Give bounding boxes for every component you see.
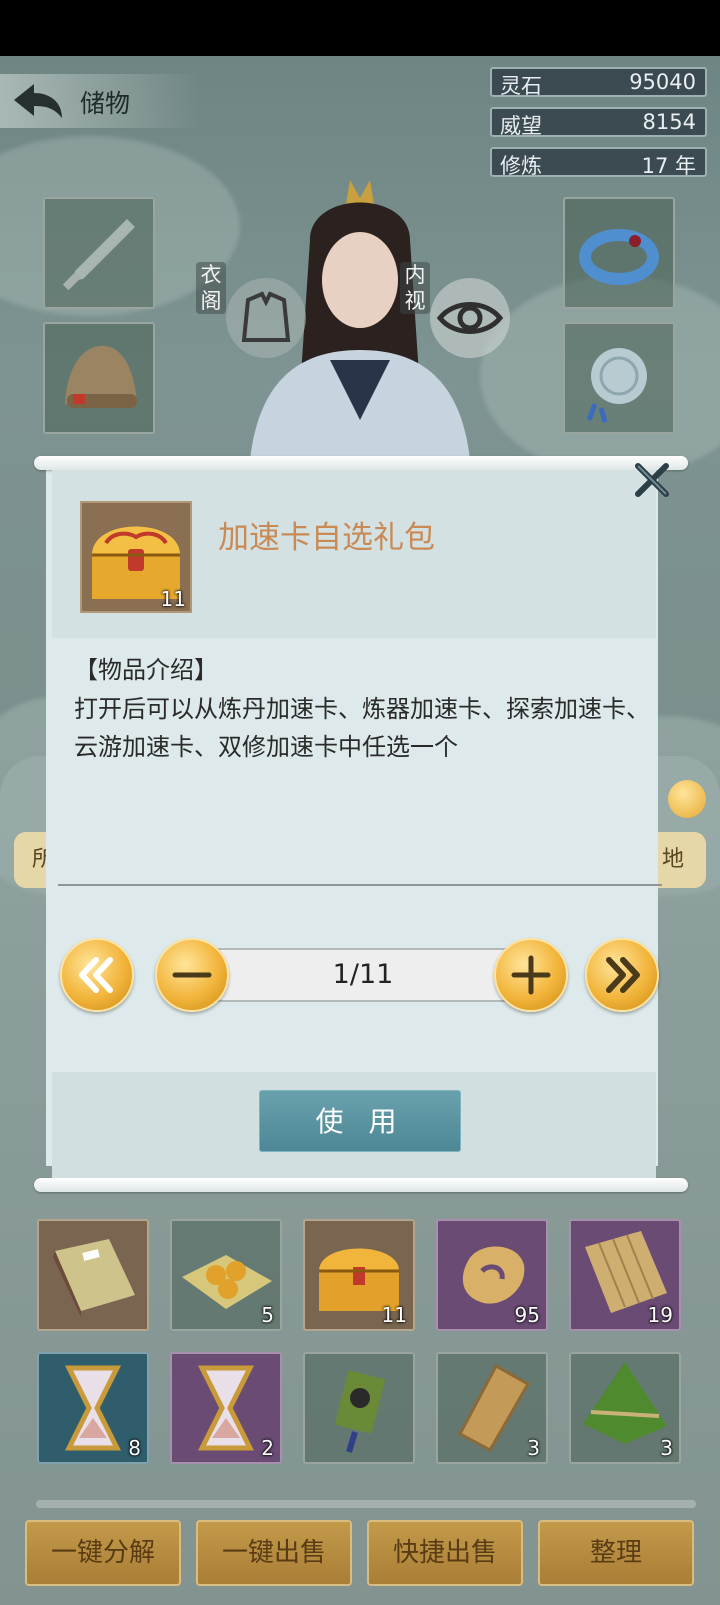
hat-icon <box>65 345 137 408</box>
plus-icon <box>511 955 551 995</box>
inventory-slot[interactable]: 95 <box>436 1219 548 1331</box>
item-description: 打开后可以从炼丹加速卡、炼器加速卡、探索加速卡、云游加速卡、双修加速卡中任选一个 <box>74 695 650 761</box>
scroll-rod-top <box>34 456 688 470</box>
item-count: 8 <box>128 1436 141 1460</box>
inventory-slot[interactable] <box>303 1352 415 1464</box>
inventory-slot[interactable]: 11 <box>303 1219 415 1331</box>
scrollbar[interactable] <box>36 1500 696 1508</box>
quick-sell-button[interactable]: 快捷出售 <box>367 1520 523 1586</box>
scroll-rod-bottom <box>34 1178 688 1192</box>
back-arrow-icon[interactable] <box>10 80 66 122</box>
section-title: 【物品介绍】 <box>74 656 218 684</box>
item-count: 5 <box>261 1303 274 1327</box>
minus-icon <box>172 972 212 978</box>
inventory-slot[interactable] <box>37 1219 149 1331</box>
stat-value: 8154 <box>642 110 696 134</box>
book-icon <box>53 1239 135 1317</box>
category-tab-right[interactable]: 地 <box>658 832 706 888</box>
sell-all-button[interactable]: 一键出售 <box>196 1520 352 1586</box>
stat-value: 95040 <box>629 70 696 94</box>
close-icon[interactable] <box>632 460 672 500</box>
stat-spirit-stone: 灵石 95040 <box>490 67 707 98</box>
item-count: 11 <box>160 587 186 611</box>
stat-label: 威望 <box>500 114 542 138</box>
add-icon[interactable] <box>668 780 706 818</box>
stat-value: 17 年 <box>641 154 696 178</box>
increase-button[interactable] <box>494 938 568 1012</box>
double-chevron-right-icon <box>606 957 640 993</box>
robe-icon <box>241 291 291 342</box>
stat-label: 修炼 <box>500 154 542 178</box>
inventory-slot[interactable]: 8 <box>37 1352 149 1464</box>
item-count: 2 <box>261 1436 274 1460</box>
item-count: 3 <box>527 1436 540 1460</box>
min-quantity-button[interactable] <box>60 938 134 1012</box>
item-icon-frame: 11 <box>80 501 192 613</box>
item-count: 11 <box>381 1303 407 1327</box>
stat-prestige: 威望 8154 <box>490 107 707 138</box>
equip-slot-pendant[interactable] <box>563 322 675 434</box>
item-count: 3 <box>660 1436 673 1460</box>
wardrobe-label[interactable]: 衣 阁 <box>196 262 226 314</box>
use-button[interactable]: 使 用 <box>259 1090 461 1152</box>
inventory-slot[interactable]: 3 <box>436 1352 548 1464</box>
sword-icon <box>62 219 135 291</box>
portrait-charm-icon <box>334 1370 386 1453</box>
double-chevron-left-icon <box>79 957 113 993</box>
inner-view-label[interactable]: 内 视 <box>400 262 430 314</box>
equip-slot-hat[interactable] <box>43 322 155 434</box>
quantity-value: 1/11 <box>332 959 394 990</box>
inventory-slot[interactable]: 5 <box>170 1219 282 1331</box>
inventory-slot[interactable]: 3 <box>569 1352 681 1464</box>
inner-view-button[interactable] <box>430 278 510 358</box>
wardrobe-button[interactable] <box>226 278 306 358</box>
decompose-all-button[interactable]: 一键分解 <box>25 1520 181 1586</box>
decrease-button[interactable] <box>155 938 229 1012</box>
equip-slot-weapon[interactable] <box>43 197 155 309</box>
inventory-slot[interactable]: 19 <box>569 1219 681 1331</box>
stat-label: 灵石 <box>500 74 542 98</box>
item-name: 加速卡自选礼包 <box>218 520 435 556</box>
item-count: 95 <box>514 1303 540 1327</box>
equip-slot-ring[interactable] <box>563 197 675 309</box>
sort-button[interactable]: 整理 <box>538 1520 694 1586</box>
eye-icon <box>436 302 504 334</box>
page-title: 储物 <box>80 89 131 118</box>
max-quantity-button[interactable] <box>585 938 659 1012</box>
item-count: 19 <box>647 1303 673 1327</box>
inventory-slot[interactable]: 2 <box>170 1352 282 1464</box>
jade-pendant-icon <box>586 348 647 423</box>
divider <box>58 884 662 886</box>
ring-icon <box>579 229 659 285</box>
stat-cultivation: 修炼 17 年 <box>490 147 707 178</box>
